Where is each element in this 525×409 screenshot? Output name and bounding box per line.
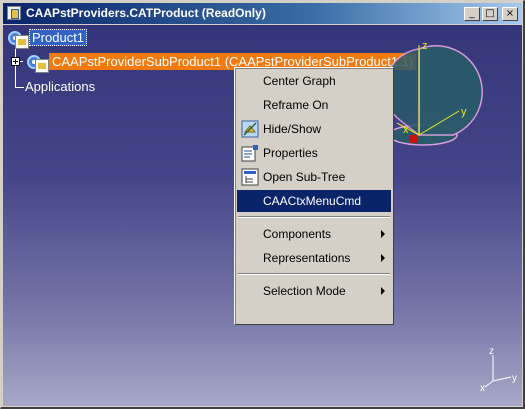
menu-item-label: Open Sub-Tree [263, 170, 346, 184]
menu-item-label: Properties [263, 146, 318, 160]
application-window: CAAPstProviders.CATProduct (ReadOnly) _ … [0, 0, 525, 409]
menu-item-center-graph[interactable]: Center Graph [237, 70, 391, 92]
restore-button[interactable]: □ [482, 7, 498, 21]
menu-item-label: Selection Mode [263, 284, 346, 298]
submenu-arrow-icon [381, 230, 385, 238]
document-icon [35, 59, 49, 73]
compass-x-label: x [403, 124, 409, 136]
menu-item-label: Reframe On [263, 98, 329, 112]
menu-item-label: CAACtxMenuCmd [263, 194, 362, 208]
compass-y-label: y [461, 106, 467, 118]
compass-icon[interactable]: z y x [383, 39, 483, 159]
axis-triad-icon: z y x [480, 346, 517, 393]
menu-item-label: Center Graph [263, 74, 336, 88]
sub-tree-icon [241, 168, 259, 186]
menu-item-label: Components [263, 227, 332, 241]
menu-item-properties[interactable]: Properties [237, 142, 391, 164]
close-button[interactable]: × [502, 7, 518, 21]
compass-z-label: z [422, 40, 428, 52]
menu-item-label: Hide/Show [263, 122, 322, 136]
context-menu: Center Graph Reframe On Hide/Show Proper… [234, 67, 394, 325]
submenu-arrow-icon [381, 254, 385, 262]
window-title: CAAPstProviders.CATProduct (ReadOnly) [26, 6, 266, 20]
hide-show-icon [241, 120, 259, 138]
expand-plus-icon[interactable] [11, 57, 20, 66]
menu-item-representations[interactable]: Representations [237, 247, 391, 269]
triad-y-label: y [512, 373, 517, 384]
menu-item-selection-mode[interactable]: Selection Mode [237, 280, 391, 302]
menu-item-caactxmenucmd[interactable]: CAACtxMenuCmd [237, 190, 391, 212]
title-bar[interactable]: CAAPstProviders.CATProduct (ReadOnly) _ … [3, 3, 522, 24]
menu-item-open-sub-tree[interactable]: Open Sub-Tree [237, 166, 391, 188]
triad-z-label: z [489, 346, 494, 357]
menu-item-label: Representations [263, 251, 351, 265]
catia-document-icon[interactable] [7, 6, 21, 20]
menu-item-hide-show[interactable]: Hide/Show [237, 118, 391, 140]
tree-connector [15, 87, 24, 88]
3d-viewport[interactable]: Product1 CAAPstProviderSubProduct1 (CAAP… [3, 25, 522, 406]
menu-item-reframe-on[interactable]: Reframe On [237, 94, 391, 116]
menu-separator [238, 216, 390, 218]
properties-icon [241, 144, 259, 162]
submenu-arrow-icon [381, 287, 385, 295]
triad-x-label: x [480, 383, 485, 393]
document-icon [15, 35, 29, 49]
menu-separator [238, 273, 390, 275]
menu-item-components[interactable]: Components [237, 223, 391, 245]
tree-node-applications[interactable]: Applications [25, 79, 95, 94]
minimize-button[interactable]: _ [464, 7, 480, 21]
tree-node-product1[interactable]: Product1 [29, 29, 88, 46]
